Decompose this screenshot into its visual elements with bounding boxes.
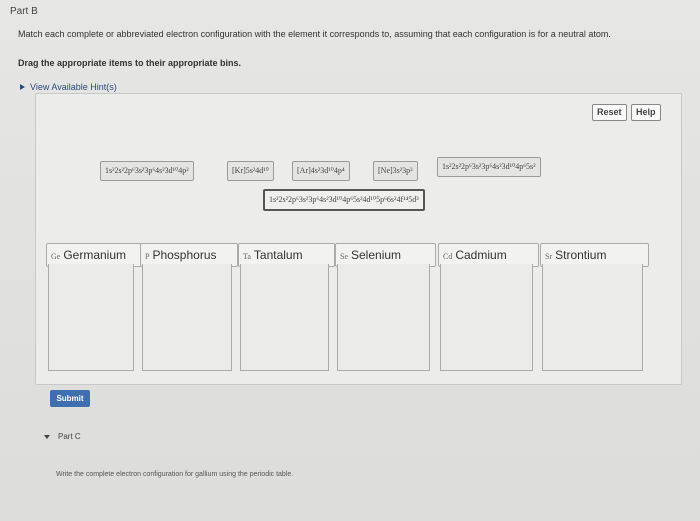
page: Part B Match each complete or abbreviate… xyxy=(0,0,700,521)
element-symbol: Cd xyxy=(443,252,453,261)
element-name: Cadmium xyxy=(455,248,507,262)
drop-bin-tantalum[interactable] xyxy=(240,264,329,371)
drag-instruction: Drag the appropriate items to their appr… xyxy=(18,58,242,68)
config-chip-6[interactable]: 1s²2s²2p⁶3s²3p⁶4s²3d¹⁰4p⁶5s²4d¹⁰5p⁶6s²4f… xyxy=(263,189,425,211)
config-chip-3[interactable]: [Ar]4s²3d¹⁰4p⁴ xyxy=(292,161,350,181)
element-symbol: Ta xyxy=(243,252,251,261)
reset-button[interactable]: Reset xyxy=(592,104,627,121)
hints-label: View Available Hint(s) xyxy=(30,82,117,92)
config-chip-5[interactable]: 1s²2s²2p⁶3s²3p⁶4s²3d¹⁰4p⁶5s² xyxy=(437,157,541,177)
config-chip-2[interactable]: [Kr]5s²4d¹⁰ xyxy=(227,161,274,181)
part-c-label: Part C xyxy=(58,432,81,441)
drop-bin-strontium[interactable] xyxy=(542,264,643,371)
drop-bin-germanium[interactable] xyxy=(48,264,134,371)
part-c-toggle[interactable]: Part C xyxy=(44,432,81,441)
element-symbol: Ge xyxy=(51,252,61,261)
element-name: Strontium xyxy=(555,248,607,262)
element-name: Selenium xyxy=(351,248,402,262)
element-symbol: Sr xyxy=(545,252,553,261)
caret-right-icon xyxy=(20,84,25,90)
config-chip-4[interactable]: [Ne]3s²3p³ xyxy=(373,161,418,181)
config-chip-1[interactable]: 1s²2s²2p⁶3s²3p⁶4s²3d¹⁰4p² xyxy=(100,161,194,181)
element-symbol: P xyxy=(145,252,150,261)
hints-toggle[interactable]: View Available Hint(s) xyxy=(20,82,117,92)
instruction-text: Match each complete or abbreviated elect… xyxy=(18,29,611,39)
element-symbol: Se xyxy=(340,252,348,261)
submit-button[interactable]: Submit xyxy=(50,390,90,407)
element-name: Germanium xyxy=(63,248,127,262)
element-name: Tantalum xyxy=(253,248,303,262)
help-button[interactable]: Help xyxy=(631,104,661,121)
drop-bin-selenium[interactable] xyxy=(337,264,430,371)
caret-down-icon xyxy=(44,434,50,439)
part-c-instruction: Write the complete electron configuratio… xyxy=(56,471,294,478)
drop-bin-phosphorus[interactable] xyxy=(142,264,232,371)
part-b-title: Part B xyxy=(10,6,38,17)
element-name: Phosphorus xyxy=(152,248,217,262)
drop-bin-cadmium[interactable] xyxy=(440,264,533,371)
